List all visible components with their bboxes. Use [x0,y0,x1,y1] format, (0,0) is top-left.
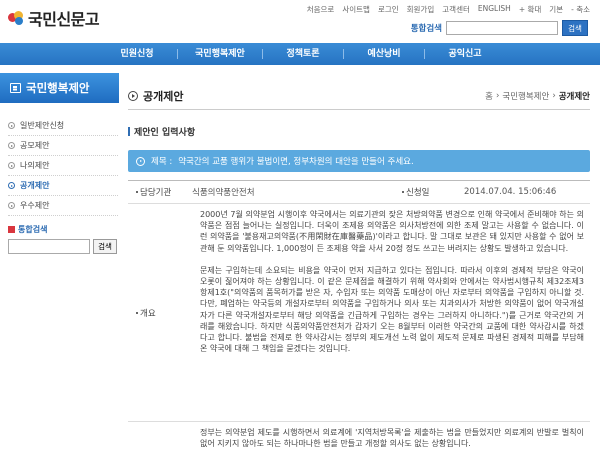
summary-paragraph: 2000년 7월 의약분업 시행이후 약국에서는 의료기관의 잦은 처방의약품 … [200,210,584,253]
site-logo[interactable]: 국민신문고 [8,6,100,30]
logo-mark-icon [8,11,26,25]
arrow-circle-icon [8,202,15,209]
sidebar-item-label: 일반제안신청 [20,121,65,130]
bullet-icon [402,191,404,193]
top-search-input[interactable] [446,21,558,35]
content-header: 공개제안 홈 › 국민행복제안 › 공개제안 [128,82,590,110]
arrow-circle-icon [128,90,138,101]
arrow-circle-icon [8,122,15,129]
nav-item-happiness-proposal[interactable]: 국민행복제안 [189,43,251,65]
summary-label: 개요 [140,308,156,319]
nav-item-policy-debate[interactable]: 정책토론 [274,43,332,65]
sidebar-item-contest-proposal[interactable]: 공모제안 [8,136,118,156]
summary-paragraph: 정부는 의약분업 제도를 시행하면서 의료계에 '지역처방목록'을 제출하는 법… [200,428,584,449]
nav-item-civil-petition[interactable]: 민원신청 [108,43,166,65]
section-bar-icon [128,127,130,136]
logo-text: 국민신문고 [28,10,100,29]
util-link-login[interactable]: 로그인 [378,4,399,15]
subject-label: 제목 : [151,157,173,167]
zoom-default-button[interactable]: 기본 [549,4,563,15]
proposal-subject: 제목 : 약국간의 교품 행위가 불법이면, 정부차원의 대안을 만들어 주세요… [128,150,590,172]
sidebar-item-best-proposal[interactable]: 우수제안 [8,196,118,216]
page-title: 공개제안 [143,89,184,103]
sidebar-search-label-row: 통합검색 [8,224,118,235]
date-value: 2014.07.04. 15:06:46 [464,187,557,197]
sidebar-search-label: 통합검색 [18,225,48,234]
main-nav: 민원신청 국민행복제안 정책토론 예산낭비 공익신고 [0,43,600,65]
sidebar-item-label: 우수제안 [20,201,50,210]
sidebar-search-input[interactable] [8,239,90,254]
document-icon [10,83,21,93]
nav-divider [343,49,344,59]
sidebar-title: 국민행복제안 [26,81,90,95]
bullet-icon [136,311,138,314]
arrow-circle-icon [136,156,145,166]
sidebar-item-label: 공개제안 [20,181,50,190]
breadcrumb-home[interactable]: 홈 [485,90,493,102]
section-title: 제안인 입력사항 [128,125,195,138]
page-title-row: 공개제안 [128,88,183,104]
agency-label-cell: 담당기관 [128,186,192,198]
chevron-right-icon: › [552,90,556,101]
arrow-circle-icon [8,162,15,169]
zoom-out-button[interactable]: - 축소 [571,4,590,15]
zoom-in-button[interactable]: + 확대 [519,4,541,15]
summary-label-cell: 개요 [128,204,200,421]
proposal-summary-continued: 정부는 의약분업 제도를 시행하면서 의료계에 '지역처방목록'을 제출하는 법… [128,422,590,464]
summary-text: 2000년 7월 의약분업 시행이후 약국에서는 의료기관의 잦은 처방의약품 … [200,204,590,421]
utility-links: 처음으로 사이트맵 로그인 회원가입 고객센터 ENGLISH + 확대 기본 … [307,4,590,15]
sidebar-item-label: 공모제안 [20,141,50,150]
date-label-cell: 신청일 [402,186,464,198]
sidebar-item-label: 나의제안 [20,161,50,170]
sidebar-search-button[interactable]: 검색 [93,239,117,254]
util-link-help[interactable]: 고객센터 [442,4,470,15]
nav-divider [424,49,425,59]
sidebar-item-my-proposal[interactable]: 나의제안 [8,156,118,176]
section-title-text: 제안인 입력사항 [134,128,196,138]
top-search-button[interactable]: 검색 [562,20,588,36]
top-search-label: 통합검색 [410,24,442,34]
nav-item-public-report[interactable]: 공익신고 [436,43,494,65]
breadcrumb: 홈 › 국민행복제안 › 공개제안 [485,90,590,102]
arrow-circle-icon [8,182,15,189]
top-search: 통합검색 검색 [411,20,588,36]
agency-label: 담당기관 [140,188,172,198]
summary-paragraph: 문제는 구입하는데 소요되는 비용을 약국이 먼저 지급하고 있다는 점입니다.… [200,265,584,354]
agency-value: 식품의약품안전처 [192,188,255,198]
sidebar-search: 통합검색 검색 [8,224,118,254]
square-bullet-icon [8,226,15,233]
date-label: 신청일 [406,188,430,198]
sidebar-item-general-proposal[interactable]: 일반제안신청 [8,116,118,136]
nav-divider [262,49,263,59]
sidebar-item-public-proposal[interactable]: 공개제안 [8,176,118,196]
util-link-sitemap[interactable]: 사이트맵 [342,4,370,15]
breadcrumb-current: 공개제안 [558,91,590,102]
bullet-icon [136,191,138,193]
arrow-circle-icon [8,142,15,149]
proposal-summary: 개요 2000년 7월 의약분업 시행이후 약국에서는 의료기관의 잦은 처방의… [128,204,590,422]
chevron-right-icon: › [495,90,500,101]
util-link-signup[interactable]: 회원가입 [407,4,435,15]
nav-item-budget-waste[interactable]: 예산낭비 [355,43,413,65]
nav-divider [177,49,178,59]
subject-text: 약국간의 교품 행위가 불법이면, 정부차원의 대안을 만들어 주세요. [178,157,414,167]
breadcrumb-section[interactable]: 국민행복제안 [502,90,549,102]
sidebar-header: 국민행복제안 [0,73,119,103]
sidebar-menu: 일반제안신청 공모제안 나의제안 공개제안 우수제안 [8,116,118,216]
util-link-english[interactable]: ENGLISH [478,4,511,15]
util-link-home[interactable]: 처음으로 [307,4,335,15]
proposal-meta: 담당기관 식품의약품안전처 신청일 2014.07.04. 15:06:46 [128,180,590,204]
